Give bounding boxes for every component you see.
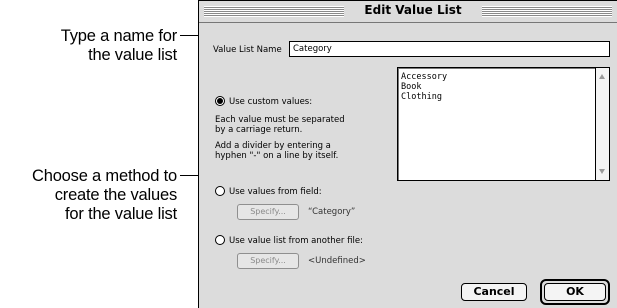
selected-file-value: <Undefined> [308, 256, 366, 266]
title-bar[interactable]: Edit Value List [199, 1, 617, 23]
value-item: Book [401, 82, 422, 92]
help-line: Each value must be separated [215, 115, 345, 125]
values-from-field-label[interactable]: Use values from field: [229, 187, 322, 197]
help-line: Add a divider by entering a [215, 141, 331, 151]
callout-line: create the values [54, 186, 177, 204]
callout-line: the value list [88, 46, 177, 64]
scroll-up-icon[interactable] [599, 74, 605, 79]
ok-button[interactable]: OK [544, 283, 606, 301]
callout-line: Choose a method to [32, 167, 177, 185]
help-line: hyphen "-" on a line by itself. [215, 151, 339, 161]
value-list-from-file-radio[interactable] [215, 235, 225, 245]
custom-values-help: Each value must be separated by a carria… [215, 115, 345, 135]
value-list-from-file-label[interactable]: Use value list from another file: [229, 236, 363, 246]
custom-values-radio[interactable] [215, 96, 225, 106]
callout-line: for the value list [65, 205, 177, 223]
specify-field-button[interactable]: Specify... [237, 204, 299, 220]
cancel-button[interactable]: Cancel [461, 283, 527, 301]
selected-field-value: “Category” [308, 207, 356, 217]
custom-values-textarea[interactable]: Accessory Book Clothing [397, 67, 610, 181]
edit-value-list-dialog: Edit Value List Value List Name Category… [198, 0, 617, 308]
title-bar-stripes [482, 6, 612, 17]
callout-line: Type a name for [60, 27, 177, 45]
value-list-name-input[interactable]: Category [289, 41, 610, 57]
value-item: Clothing [401, 92, 442, 102]
scroll-down-icon[interactable] [599, 169, 605, 174]
value-list-name-label: Value List Name [213, 45, 282, 55]
title-bar-stripes [204, 6, 344, 17]
callout-method-hint: Choose a method to create the values for… [0, 167, 177, 224]
dialog-title: Edit Value List [344, 3, 482, 17]
values-list: Accessory Book Clothing [401, 72, 447, 102]
callout-name-hint: Type a name for the value list [0, 27, 177, 65]
help-line: by a carriage return. [215, 125, 303, 135]
divider-help: Add a divider by entering a hyphen "-" o… [215, 141, 338, 161]
specify-file-button[interactable]: Specify... [237, 253, 299, 269]
values-from-field-radio[interactable] [215, 186, 225, 196]
value-item: Accessory [401, 72, 448, 82]
custom-values-label[interactable]: Use custom values: [229, 97, 312, 107]
values-scrollbar[interactable] [595, 68, 609, 180]
